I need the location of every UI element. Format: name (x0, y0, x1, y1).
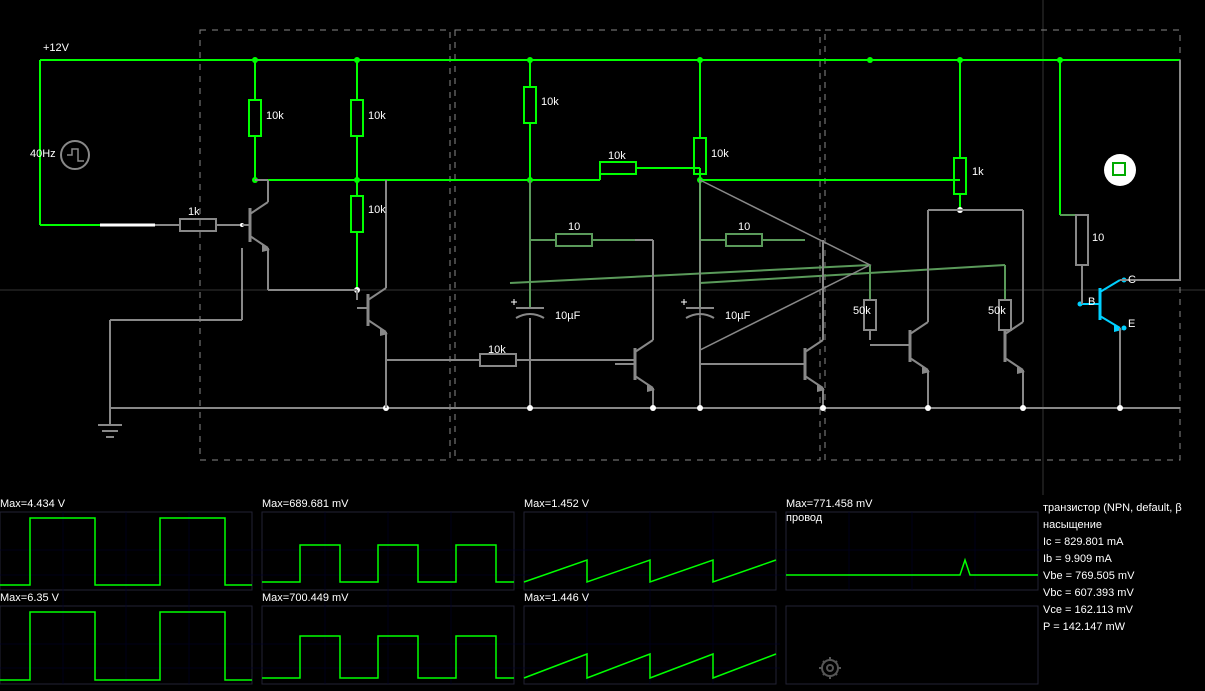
info-vce: Vce = 162.113 mV (1043, 602, 1203, 619)
resistor-label: 10k (266, 110, 284, 122)
resistor-label: 50k (988, 305, 1006, 317)
scope-max-label: Max=1.452 V (524, 498, 589, 510)
scope-max-label: Max=6.35 V (0, 592, 59, 604)
info-p: P = 142.147 mW (1043, 619, 1203, 636)
capacitor-label: 10µF (725, 310, 750, 322)
resistor-label: 1k (972, 166, 984, 178)
resistor-label: 10k (368, 204, 386, 216)
resistor-label: 10k (608, 150, 626, 162)
info-vbc: Vbc = 607.393 mV (1043, 585, 1203, 602)
info-ib: Ib = 9.909 mA (1043, 551, 1203, 568)
resistor-label: 1k (188, 206, 200, 218)
resistor-label: 10k (368, 110, 386, 122)
source-freq: 40Hz (30, 148, 56, 160)
component-info-panel: транзистор (NPN, default, β насыщение Ic… (1043, 500, 1203, 636)
scope-max-label: Max=689.681 mV (262, 498, 349, 510)
scope-max-label: Max=700.449 mV (262, 592, 349, 604)
capacitor-label: 10µF (555, 310, 580, 322)
resistor-label: 10 (568, 221, 580, 233)
resistor-label: 10 (738, 221, 750, 233)
resistor-label: 10k (541, 96, 559, 108)
circuit-schematic[interactable]: .wire-hi { stroke:#00ff00; stroke-width:… (0, 0, 1205, 691)
resistor-label: 50k (853, 305, 871, 317)
scope-max-label: Max=1.446 V (524, 592, 589, 604)
supply-label: +12V (43, 42, 69, 54)
info-vbe: Vbe = 769.505 mV (1043, 568, 1203, 585)
bjt-terminal-c: C (1128, 274, 1136, 286)
info-type: транзистор (NPN, default, β (1043, 500, 1203, 517)
info-state: насыщение (1043, 517, 1203, 534)
scope-max-label: Max=771.458 mV (786, 498, 873, 510)
scope-max-label: Max=4.434 V (0, 498, 65, 510)
resistor-label: 10 (1092, 232, 1104, 244)
resistor-label: 10k (711, 148, 729, 160)
bjt-terminal-e: E (1128, 318, 1135, 330)
resistor-label: 10k (488, 344, 506, 356)
selected-transistor[interactable] (1078, 278, 1127, 333)
bjt-terminal-b: B (1088, 296, 1095, 308)
scope-sublabel: провод (786, 512, 822, 524)
info-ic: Ic = 829.801 mA (1043, 534, 1203, 551)
